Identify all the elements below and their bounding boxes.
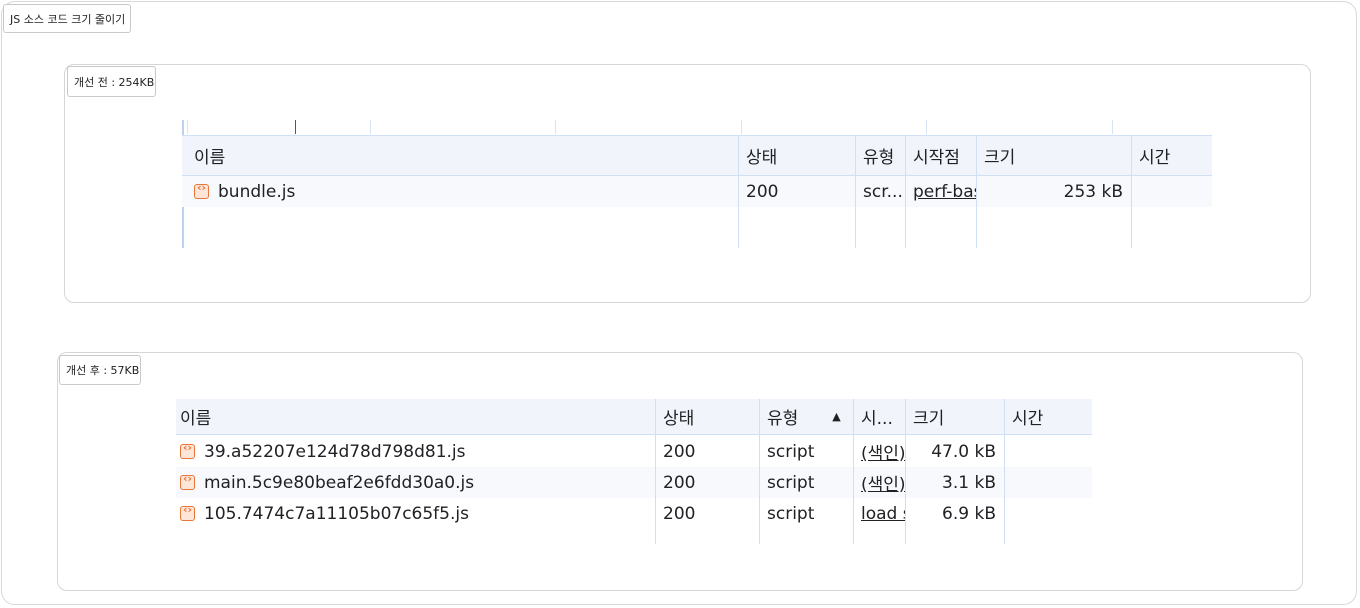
column-divider[interactable] (1131, 135, 1132, 248)
column-header-status[interactable]: 상태 (655, 399, 759, 434)
request-time (1004, 498, 1092, 529)
request-initiator-link[interactable]: (색인) (853, 436, 905, 467)
column-divider[interactable] (976, 135, 977, 248)
request-time (1004, 436, 1092, 467)
request-size: 3.1 kB (942, 472, 996, 493)
script-file-icon (180, 503, 195, 521)
table-row[interactable]: bundle.js 200 scr... perf-bas 253 kB (182, 176, 1212, 207)
before-label: 개선 전 : 254KB (67, 66, 156, 97)
request-name-text: 39.a52207e124d78d798d81.js (204, 441, 466, 462)
timeline-tick (926, 120, 927, 134)
request-name[interactable]: main.5c9e80beaf2e6fdd30a0.js (176, 467, 655, 498)
request-name[interactable]: 39.a52207e124d78d798d81.js (176, 436, 655, 467)
request-status: 200 (663, 472, 696, 493)
column-header-initiator[interactable]: 시작점 (905, 136, 976, 175)
request-size: 253 kB (1063, 181, 1123, 202)
column-divider[interactable] (855, 135, 856, 248)
timeline-tick (1112, 120, 1113, 134)
request-size: 6.9 kB (942, 503, 996, 524)
column-header-size[interactable]: 크기 (905, 399, 1004, 434)
column-header-type[interactable]: 유형 ▲ (759, 399, 853, 434)
request-name[interactable]: bundle.js (186, 176, 738, 207)
timeline-tick (741, 120, 742, 134)
script-file-icon (180, 472, 195, 490)
timeline-cursor (295, 120, 296, 134)
request-initiator-link[interactable]: (색인) (853, 467, 905, 498)
column-divider[interactable] (905, 399, 906, 544)
request-size: 47.0 kB (931, 441, 996, 462)
page-title: JS 소스 코드 크기 줄이기 (3, 4, 131, 33)
column-divider[interactable] (738, 135, 739, 248)
column-divider[interactable] (759, 399, 760, 544)
after-network-table: 이름 상태 유형 ▲ 시... 크기 시간 39.a52207e124d78d79… (176, 399, 1092, 544)
column-divider[interactable] (905, 135, 906, 248)
column-divider[interactable] (1004, 399, 1005, 544)
request-time (1131, 176, 1212, 207)
before-network-table: 이름 상태 유형 시작점 크기 시간 bundle.js 200 scr... … (182, 120, 1212, 248)
request-initiator-link[interactable]: perf-bas (905, 176, 976, 207)
column-divider[interactable] (655, 399, 656, 544)
request-status: 200 (746, 181, 779, 202)
column-header-type[interactable]: 유형 (855, 136, 905, 175)
sort-ascending-icon: ▲ (832, 410, 841, 423)
timeline-tick (370, 120, 371, 134)
request-status: 200 (663, 503, 696, 524)
timeline-tick (187, 120, 188, 134)
table-row[interactable]: 105.7474c7a11105b07c65f5.js 200 script l… (176, 498, 1092, 529)
request-time (1004, 467, 1092, 498)
table-row[interactable]: main.5c9e80beaf2e6fdd30a0.js 200 script … (176, 467, 1092, 498)
request-name-text: bundle.js (218, 181, 296, 202)
column-header-name[interactable]: 이름 (176, 399, 655, 434)
request-name-text: 105.7474c7a11105b07c65f5.js (204, 503, 469, 524)
table-header: 이름 상태 유형 ▲ 시... 크기 시간 (176, 399, 1092, 435)
column-header-initiator[interactable]: 시... (853, 399, 905, 434)
column-header-size[interactable]: 크기 (976, 136, 1131, 175)
request-name-text: main.5c9e80beaf2e6fdd30a0.js (204, 472, 475, 493)
column-header-time[interactable]: 시간 (1004, 399, 1092, 434)
script-file-icon (180, 441, 195, 459)
timeline-tick (555, 120, 556, 134)
request-type: scr... (863, 181, 903, 202)
request-initiator-link[interactable]: load s (853, 498, 905, 529)
request-type: script (767, 472, 815, 493)
column-header-time[interactable]: 시간 (1131, 136, 1212, 175)
request-type: script (767, 441, 815, 462)
column-header-status[interactable]: 상태 (738, 136, 855, 175)
request-type: script (767, 503, 815, 524)
column-divider[interactable] (853, 399, 854, 544)
column-header-name[interactable]: 이름 (186, 136, 738, 175)
after-label: 개선 후 : 57KB (59, 355, 141, 385)
request-status: 200 (663, 441, 696, 462)
table-header: 이름 상태 유형 시작점 크기 시간 (182, 135, 1212, 176)
column-header-type-text: 유형 (767, 409, 799, 429)
table-row[interactable]: 39.a52207e124d78d798d81.js 200 script (색… (176, 436, 1092, 467)
script-file-icon (194, 181, 209, 199)
request-name[interactable]: 105.7474c7a11105b07c65f5.js (176, 498, 655, 529)
